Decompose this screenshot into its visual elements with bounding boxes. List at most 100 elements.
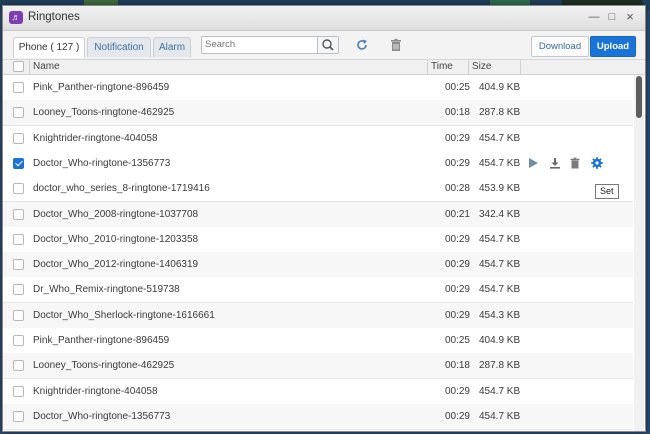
row-checkbox[interactable] bbox=[13, 183, 24, 195]
window-title: Ringtones bbox=[28, 11, 80, 23]
title-bar[interactable]: ♬ Ringtones — □ × bbox=[3, 6, 645, 31]
close-icon[interactable]: × bbox=[623, 10, 637, 24]
tab-phone[interactable]: Phone ( 127 ) bbox=[13, 37, 85, 58]
ringtone-size: 454.7 KB bbox=[479, 385, 521, 397]
ringtone-size: 454.7 KB bbox=[479, 132, 521, 144]
delete-icon[interactable] bbox=[569, 157, 581, 169]
ringtone-size: 404.9 KB bbox=[479, 82, 521, 93]
table-row[interactable]: Doctor_Who-ringtone-1356773 00:29 454.7 KB bbox=[3, 403, 633, 430]
upload-button[interactable]: Upload bbox=[590, 36, 636, 57]
ringtone-name: Looney_Toons-ringtone-462925 bbox=[33, 360, 175, 372]
ringtone-time: 00:25 bbox=[444, 82, 470, 93]
ringtone-name: doctor_who_series_8-ringtone-1719416 bbox=[33, 183, 210, 195]
search-button[interactable] bbox=[317, 37, 338, 53]
column-divider bbox=[468, 60, 469, 74]
row-checkbox[interactable] bbox=[13, 157, 24, 169]
ringtone-name: Knightrider-ringtone-404058 bbox=[33, 132, 158, 144]
table-row[interactable]: Looney_Toons-ringtone-462925 00:18 287.8 K… bbox=[3, 353, 633, 380]
row-checkbox[interactable] bbox=[13, 360, 24, 372]
ringtone-name: Doctor_Who-ringtone-1356773 bbox=[33, 157, 171, 169]
set-tooltip: Set bbox=[595, 184, 619, 199]
table-row[interactable]: Doctor_Who_Sherlock-ringtone-1616661 00:2… bbox=[3, 302, 633, 329]
ringtone-size: 404.9 KB bbox=[479, 335, 521, 346]
table-row[interactable]: Looney_Toons-ringtone-462925 00:18 287.8 K… bbox=[3, 100, 633, 127]
ringtone-size: 454.7 KB bbox=[479, 259, 521, 271]
ringtone-time: 00:25 bbox=[444, 335, 470, 346]
table-row[interactable]: Pink_Panther-ringtone-896459 00:25 404.9 K… bbox=[3, 328, 633, 354]
ringtone-size: 454.7 KB bbox=[479, 233, 521, 245]
table-row[interactable]: Doctor_Who-ringtone-1356773 00:29 454.7 KB bbox=[3, 150, 633, 177]
ringtone-name: Doctor_Who_Sherlock-ringtone-1616661 bbox=[33, 309, 215, 321]
ringtone-time: 00:29 bbox=[444, 410, 470, 422]
select-all-checkbox[interactable] bbox=[13, 61, 24, 72]
download-icon[interactable] bbox=[549, 157, 561, 169]
column-header-time[interactable]: Time bbox=[431, 60, 453, 74]
play-icon[interactable] bbox=[527, 157, 539, 169]
toolbar: Phone ( 127 ) Notification Alarm Downl bbox=[3, 31, 645, 59]
ringtone-name: Pink_Panther-ringtone-896459 bbox=[33, 335, 170, 346]
table-row[interactable]: Doctor_Who_2008-ringtone-1037708 00:21 342… bbox=[3, 201, 633, 228]
ringtone-time: 00:29 bbox=[444, 259, 470, 271]
vertical-scrollbar[interactable] bbox=[634, 75, 644, 431]
table-row[interactable]: Doctor_Who_2012-ringtone-1406319 00:29 454… bbox=[3, 252, 633, 279]
ringtone-time: 00:29 bbox=[444, 132, 470, 144]
column-divider bbox=[29, 60, 30, 74]
ringtone-size: 454.7 KB bbox=[479, 284, 521, 296]
row-checkbox[interactable] bbox=[13, 233, 24, 245]
row-checkbox[interactable] bbox=[13, 208, 24, 220]
column-divider bbox=[520, 60, 521, 74]
ringtone-size: 287.8 KB bbox=[479, 107, 521, 119]
ringtone-size: 454.7 KB bbox=[479, 410, 521, 422]
row-checkbox[interactable] bbox=[13, 82, 24, 93]
row-checkbox[interactable] bbox=[13, 107, 24, 119]
row-checkbox[interactable] bbox=[13, 309, 24, 321]
ringtone-time: 00:21 bbox=[444, 208, 470, 220]
ringtone-time: 00:28 bbox=[444, 183, 470, 195]
ringtone-time: 00:29 bbox=[444, 385, 470, 397]
row-checkbox[interactable] bbox=[13, 259, 24, 271]
search-box bbox=[201, 36, 339, 54]
column-header-size[interactable]: Size bbox=[472, 60, 491, 74]
delete-icon[interactable] bbox=[389, 38, 403, 52]
row-checkbox[interactable] bbox=[13, 385, 24, 397]
ringtone-size: 454.3 KB bbox=[479, 309, 521, 321]
table-row[interactable]: Pink_Panther-ringtone-896459 00:25 404.9 K… bbox=[3, 75, 633, 101]
search-input[interactable] bbox=[205, 38, 313, 51]
ringtone-time: 00:18 bbox=[444, 360, 470, 372]
download-button[interactable]: Download bbox=[531, 36, 589, 57]
ringtone-name: Looney_Toons-ringtone-462925 bbox=[33, 107, 175, 119]
tab-notification[interactable]: Notification bbox=[87, 37, 151, 57]
row-checkbox[interactable] bbox=[13, 284, 24, 296]
maximize-icon[interactable]: □ bbox=[605, 10, 619, 24]
speaker-icon: ♬ bbox=[9, 11, 23, 24]
tab-alarm[interactable]: Alarm bbox=[153, 37, 191, 57]
ringtone-time: 00:29 bbox=[444, 309, 470, 321]
ringtone-time: 00:29 bbox=[444, 233, 470, 245]
table-row[interactable]: Doctor_Who_2010-ringtone-1203358 00:29 454… bbox=[3, 226, 633, 253]
refresh-icon[interactable] bbox=[355, 38, 369, 52]
scrollbar-thumb[interactable] bbox=[636, 76, 642, 118]
ringtone-size: 342.4 KB bbox=[479, 208, 521, 220]
ringtone-time: 00:29 bbox=[444, 284, 470, 296]
ringtone-name: Doctor_Who_2012-ringtone-1406319 bbox=[33, 259, 199, 271]
row-checkbox[interactable] bbox=[13, 410, 24, 422]
row-checkbox[interactable] bbox=[13, 335, 24, 346]
table-header: Name Time Size bbox=[3, 59, 645, 75]
table-row[interactable]: doctor_who_series_8-ringtone-1719416 00:2… bbox=[3, 176, 633, 203]
ringtone-name: Dr_Who_Remix-ringtone-519738 bbox=[33, 284, 180, 296]
column-header-name[interactable]: Name bbox=[33, 60, 60, 74]
ringtone-list: Pink_Panther-ringtone-896459 00:25 404.9 K… bbox=[3, 75, 633, 431]
row-checkbox[interactable] bbox=[13, 132, 24, 144]
ringtone-size: 287.8 KB bbox=[479, 360, 521, 372]
table-row[interactable]: Knightrider-ringtone-404058 00:29 454.7 KB bbox=[3, 125, 633, 152]
ringtones-window: ♬ Ringtones — □ × Phone ( 127 ) Notifica… bbox=[2, 5, 646, 432]
ringtone-name: Knightrider-ringtone-404058 bbox=[33, 385, 158, 397]
minimize-icon[interactable]: — bbox=[587, 10, 601, 24]
ringtone-name: Pink_Panther-ringtone-896459 bbox=[33, 82, 170, 93]
ringtone-name: Doctor_Who-ringtone-1356773 bbox=[33, 410, 171, 422]
column-divider bbox=[427, 60, 428, 74]
table-row[interactable]: Knightrider-ringtone-404058 00:29 454.7 KB bbox=[3, 378, 633, 405]
table-row[interactable]: Dr_Who_Remix-ringtone-519738 00:29 454.7 K… bbox=[3, 277, 633, 304]
set-gear-icon[interactable] bbox=[591, 157, 603, 169]
ringtone-time: 00:18 bbox=[444, 107, 470, 119]
